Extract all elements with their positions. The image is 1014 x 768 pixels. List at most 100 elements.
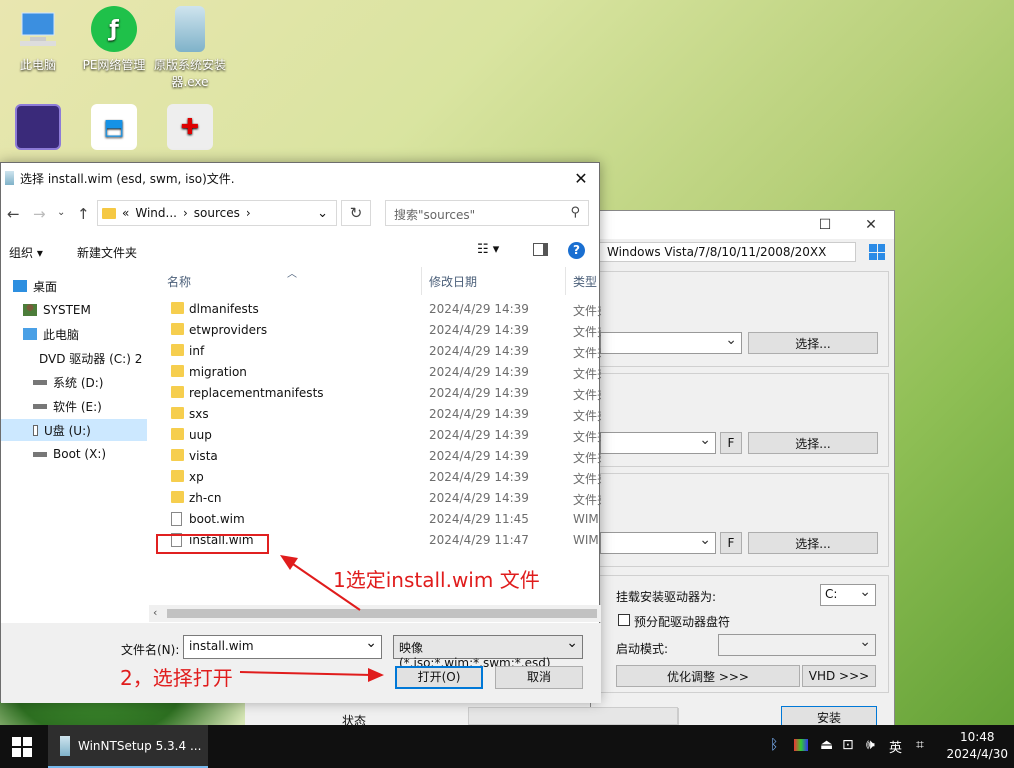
file-type-filter[interactable]: 映像 (*.iso;*.wim;*.swm;*.esd) (393, 635, 583, 670)
nav-item-system[interactable]: SYSTEM (23, 299, 91, 321)
nav-item-usb-drive[interactable]: U盘 (U:) (1, 419, 147, 441)
nav-item-desktop[interactable]: 桌面 (13, 275, 57, 297)
column-divider[interactable] (565, 267, 566, 295)
back-arrow-icon[interactable]: ← (7, 205, 20, 223)
forward-arrow-icon[interactable]: → (33, 205, 46, 223)
nav-item-dvd[interactable]: DVD 驱动器 (C:) 2 (33, 347, 142, 369)
display-icon[interactable] (794, 739, 808, 751)
install-drive-combo[interactable] (600, 532, 716, 554)
desktop-icon-remote-tool[interactable]: ⬒ (76, 104, 152, 154)
column-type[interactable]: 类型 (573, 273, 597, 290)
network-icon[interactable]: ⊡ (842, 737, 854, 753)
start-button[interactable] (12, 737, 32, 757)
desktop-icon-this-pc[interactable]: 此电脑 (0, 6, 76, 73)
file-date: 2024/4/29 14:39 (429, 302, 529, 316)
install-format-button[interactable]: F (720, 532, 742, 554)
select-install-button[interactable]: 选择... (748, 532, 878, 554)
boot-mode-combo[interactable] (718, 634, 876, 656)
clock[interactable]: 10:48 2024/4/30 (946, 729, 1008, 763)
nav-item-software-drive[interactable]: 软件 (E:) (33, 395, 102, 417)
maximize-icon[interactable]: ☐ (802, 217, 848, 233)
keyboard-icon[interactable]: ⌗ (916, 737, 924, 753)
address-dropdown-icon[interactable]: ⌄ (317, 206, 328, 221)
installer-exe-icon (175, 6, 205, 52)
nav-item-boot-drive[interactable]: Boot (X:) (33, 443, 106, 465)
bluetooth-icon[interactable]: ᛒ (770, 737, 778, 753)
close-icon[interactable]: ✕ (563, 169, 599, 188)
recent-locations-icon[interactable]: ⌄ (57, 207, 65, 218)
prealloc-checkbox[interactable] (618, 614, 630, 626)
select-source-button[interactable]: 选择... (748, 332, 878, 354)
folder-icon (171, 365, 184, 377)
view-options-icon[interactable]: ☷ ▾ (477, 242, 499, 257)
address-segment-windows[interactable]: Wind... (135, 206, 177, 220)
address-sep-icon[interactable]: › (246, 206, 251, 220)
organize-button[interactable]: 组织 ▾ (9, 244, 43, 261)
nav-item-system-drive[interactable]: 系统 (D:) (33, 371, 103, 393)
column-divider[interactable] (421, 267, 422, 295)
file-row[interactable]: migration 2024/4/29 14:39 文件夹 (149, 362, 601, 383)
file-row[interactable]: sxs 2024/4/29 14:39 文件夹 (149, 404, 601, 425)
file-row[interactable]: replacementmanifests 2024/4/29 14:39 文件夹 (149, 383, 601, 404)
desktop-icon-toolkit[interactable]: ✚ (152, 104, 228, 154)
horizontal-scrollbar[interactable]: ‹ (149, 605, 601, 622)
file-name: sxs (189, 407, 209, 421)
open-button[interactable]: 打开(O) (395, 666, 483, 689)
annotation-step1: 1选定install.wim 文件 (333, 568, 540, 592)
address-sep-icon[interactable]: › (183, 206, 188, 220)
source-combo[interactable] (600, 332, 742, 354)
cancel-button[interactable]: 取消 (495, 666, 583, 689)
dialog-bottom-panel: 文件名(N): install.wim 映像 (*.iso;*.wim;*.sw… (1, 623, 601, 703)
column-date[interactable]: 修改日期 (429, 273, 477, 290)
address-segment-sources[interactable]: sources (194, 206, 240, 220)
file-row[interactable]: dlmanifests 2024/4/29 14:39 文件夹 (149, 299, 601, 320)
file-date: 2024/4/29 14:39 (429, 323, 529, 337)
scrollbar-thumb[interactable] (167, 609, 597, 618)
desktop-icon-pe-network[interactable]: ƒ PE网络管理 (76, 6, 152, 73)
search-input[interactable]: 搜索"sources" ⚲ (385, 200, 589, 226)
preview-pane-icon[interactable] (533, 243, 548, 256)
vhd-button[interactable]: VHD >>> (802, 665, 876, 687)
boot-format-button[interactable]: F (720, 432, 742, 454)
boot-mode-label: 启动模式: (616, 642, 669, 656)
up-arrow-icon[interactable]: ↑ (77, 205, 90, 223)
boot-drive-group: F 选择... (599, 373, 889, 467)
desktop-icon-label: 此电脑 (19, 58, 56, 72)
help-icon[interactable]: ? (568, 242, 585, 259)
navigation-bar: ← → ↑ ⌄ « Wind... › sources › ⌄ ↻ 搜索"sou… (1, 197, 601, 229)
volume-icon[interactable]: 🕪 (866, 737, 875, 753)
file-row[interactable]: zh-cn 2024/4/29 14:39 文件夹 (149, 488, 601, 509)
file-row[interactable]: xp 2024/4/29 14:39 文件夹 (149, 467, 601, 488)
file-row[interactable]: boot.wim 2024/4/29 11:45 WIM (149, 509, 601, 530)
scroll-left-icon[interactable]: ‹ (153, 606, 157, 619)
file-row[interactable]: uup 2024/4/29 14:39 文件夹 (149, 425, 601, 446)
mount-drive-combo[interactable]: C: (820, 584, 876, 606)
nav-item-label: 软件 (E:) (53, 399, 102, 414)
nav-item-this-pc[interactable]: 此电脑 (23, 323, 79, 345)
refresh-button[interactable]: ↻ (341, 200, 371, 226)
address-overflow[interactable]: « (122, 206, 129, 220)
file-name: dlmanifests (189, 302, 259, 316)
desktop-icon-cpu-tool[interactable] (0, 104, 76, 154)
clock-date: 2024/4/30 (946, 747, 1008, 761)
address-bar[interactable]: « Wind... › sources › ⌄ (97, 200, 337, 226)
file-row[interactable]: inf 2024/4/29 14:39 文件夹 (149, 341, 601, 362)
file-type: WIM (573, 533, 599, 547)
column-name[interactable]: 名称 (167, 273, 191, 290)
file-row[interactable]: vista 2024/4/29 14:39 文件夹 (149, 446, 601, 467)
new-folder-button[interactable]: 新建文件夹 (77, 244, 137, 261)
ime-indicator[interactable]: 英 (889, 737, 902, 756)
folder-icon (102, 207, 116, 219)
desktop-icon-installer[interactable]: 原版系统安装器.exe (152, 6, 228, 90)
optimize-button[interactable]: 优化调整 >>> (616, 665, 800, 687)
select-boot-button[interactable]: 选择... (748, 432, 878, 454)
usb-eject-icon[interactable]: ⏏ (820, 737, 833, 753)
taskbar-app-winntsetup[interactable]: WinNTSetup 5.3.4 ... (48, 725, 208, 768)
file-type: 文件夹 (573, 409, 601, 423)
filename-input[interactable]: install.wim (183, 635, 382, 659)
close-icon[interactable]: ✕ (848, 217, 894, 233)
usb-icon (33, 424, 38, 436)
taskbar-app-label: WinNTSetup 5.3.4 ... (78, 738, 202, 753)
boot-drive-combo[interactable] (600, 432, 716, 454)
file-row[interactable]: etwproviders 2024/4/29 14:39 文件夹 (149, 320, 601, 341)
